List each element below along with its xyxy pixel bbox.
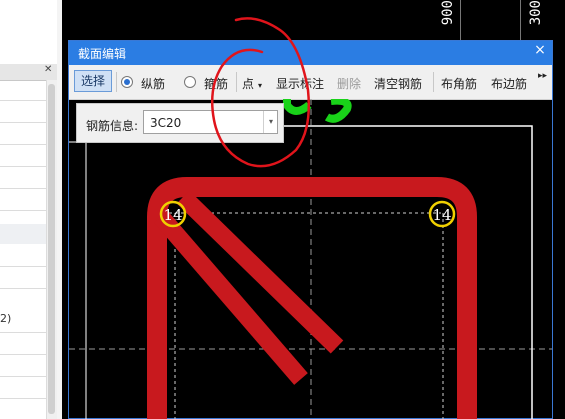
list-row-divider — [0, 144, 46, 145]
chevron-down-icon: ▾ — [258, 81, 263, 90]
delete-button[interactable]: 删除 — [337, 75, 361, 92]
section-name-text — [324, 99, 352, 123]
rebar-count-label: 14 — [432, 206, 451, 224]
corner-rebar-button[interactable]: 布角筋 — [441, 75, 477, 92]
point-mode-label: 点 — [242, 77, 255, 91]
point-mode-dropdown[interactable]: 点 ▾ — [242, 75, 262, 92]
more-tools-icon[interactable]: ▸▸ — [538, 71, 547, 81]
stirrup-label[interactable]: 箍筋 — [204, 75, 228, 92]
ruler-label: 300 — [528, 0, 544, 26]
list-row-divider — [0, 398, 46, 399]
list-row-divider — [0, 166, 46, 167]
toolbar-separator — [116, 72, 117, 92]
list-row-divider — [0, 354, 46, 355]
list-row-divider — [0, 288, 46, 289]
section-outline — [283, 125, 533, 419]
left-panel-close-icon[interactable]: ✕ — [44, 64, 52, 75]
list-row-divider — [0, 100, 46, 101]
list-row-divider — [0, 122, 46, 123]
section-name-text — [283, 99, 312, 115]
show-annotation-button[interactable]: 显示标注 — [276, 75, 324, 92]
ruler-line — [520, 0, 521, 40]
dialog-titlebar[interactable] — [69, 41, 552, 65]
rebar-info-label: 钢筋信息: — [86, 119, 139, 133]
side-rebar-button[interactable]: 布边筋 — [491, 75, 527, 92]
toolbar-separator — [433, 72, 434, 92]
dialog-title: 截面编辑 — [78, 47, 127, 61]
rebar-info-value[interactable]: 3C20 — [150, 116, 181, 130]
close-icon[interactable]: × — [532, 42, 548, 58]
ruler-label: 900 — [440, 0, 456, 26]
ruler-line — [460, 0, 461, 40]
list-row-divider — [0, 332, 46, 333]
drawing-canvas[interactable]: 14 14 — [69, 99, 552, 419]
list-row-divider — [0, 266, 46, 267]
select-button[interactable]: 选择 — [74, 70, 112, 92]
radio-selected-dot — [124, 79, 130, 85]
toolbar-separator — [236, 72, 237, 92]
stirrup-radio[interactable] — [184, 76, 196, 88]
list-row-divider — [0, 210, 46, 211]
list-row-selected[interactable] — [0, 224, 46, 244]
section-outline — [69, 141, 87, 419]
rebar-count-label: 14 — [163, 206, 182, 224]
longitudinal-label[interactable]: 纵筋 — [141, 75, 165, 92]
left-scrollbar-thumb[interactable] — [48, 84, 55, 414]
chevron-down-icon[interactable]: ▾ — [263, 111, 278, 133]
list-row-divider — [0, 376, 46, 377]
list-row-divider — [0, 188, 46, 189]
pane-splitter[interactable] — [57, 0, 62, 419]
clear-rebar-button[interactable]: 清空钢筋 — [374, 75, 422, 92]
list-item-text: 2) — [0, 312, 12, 325]
